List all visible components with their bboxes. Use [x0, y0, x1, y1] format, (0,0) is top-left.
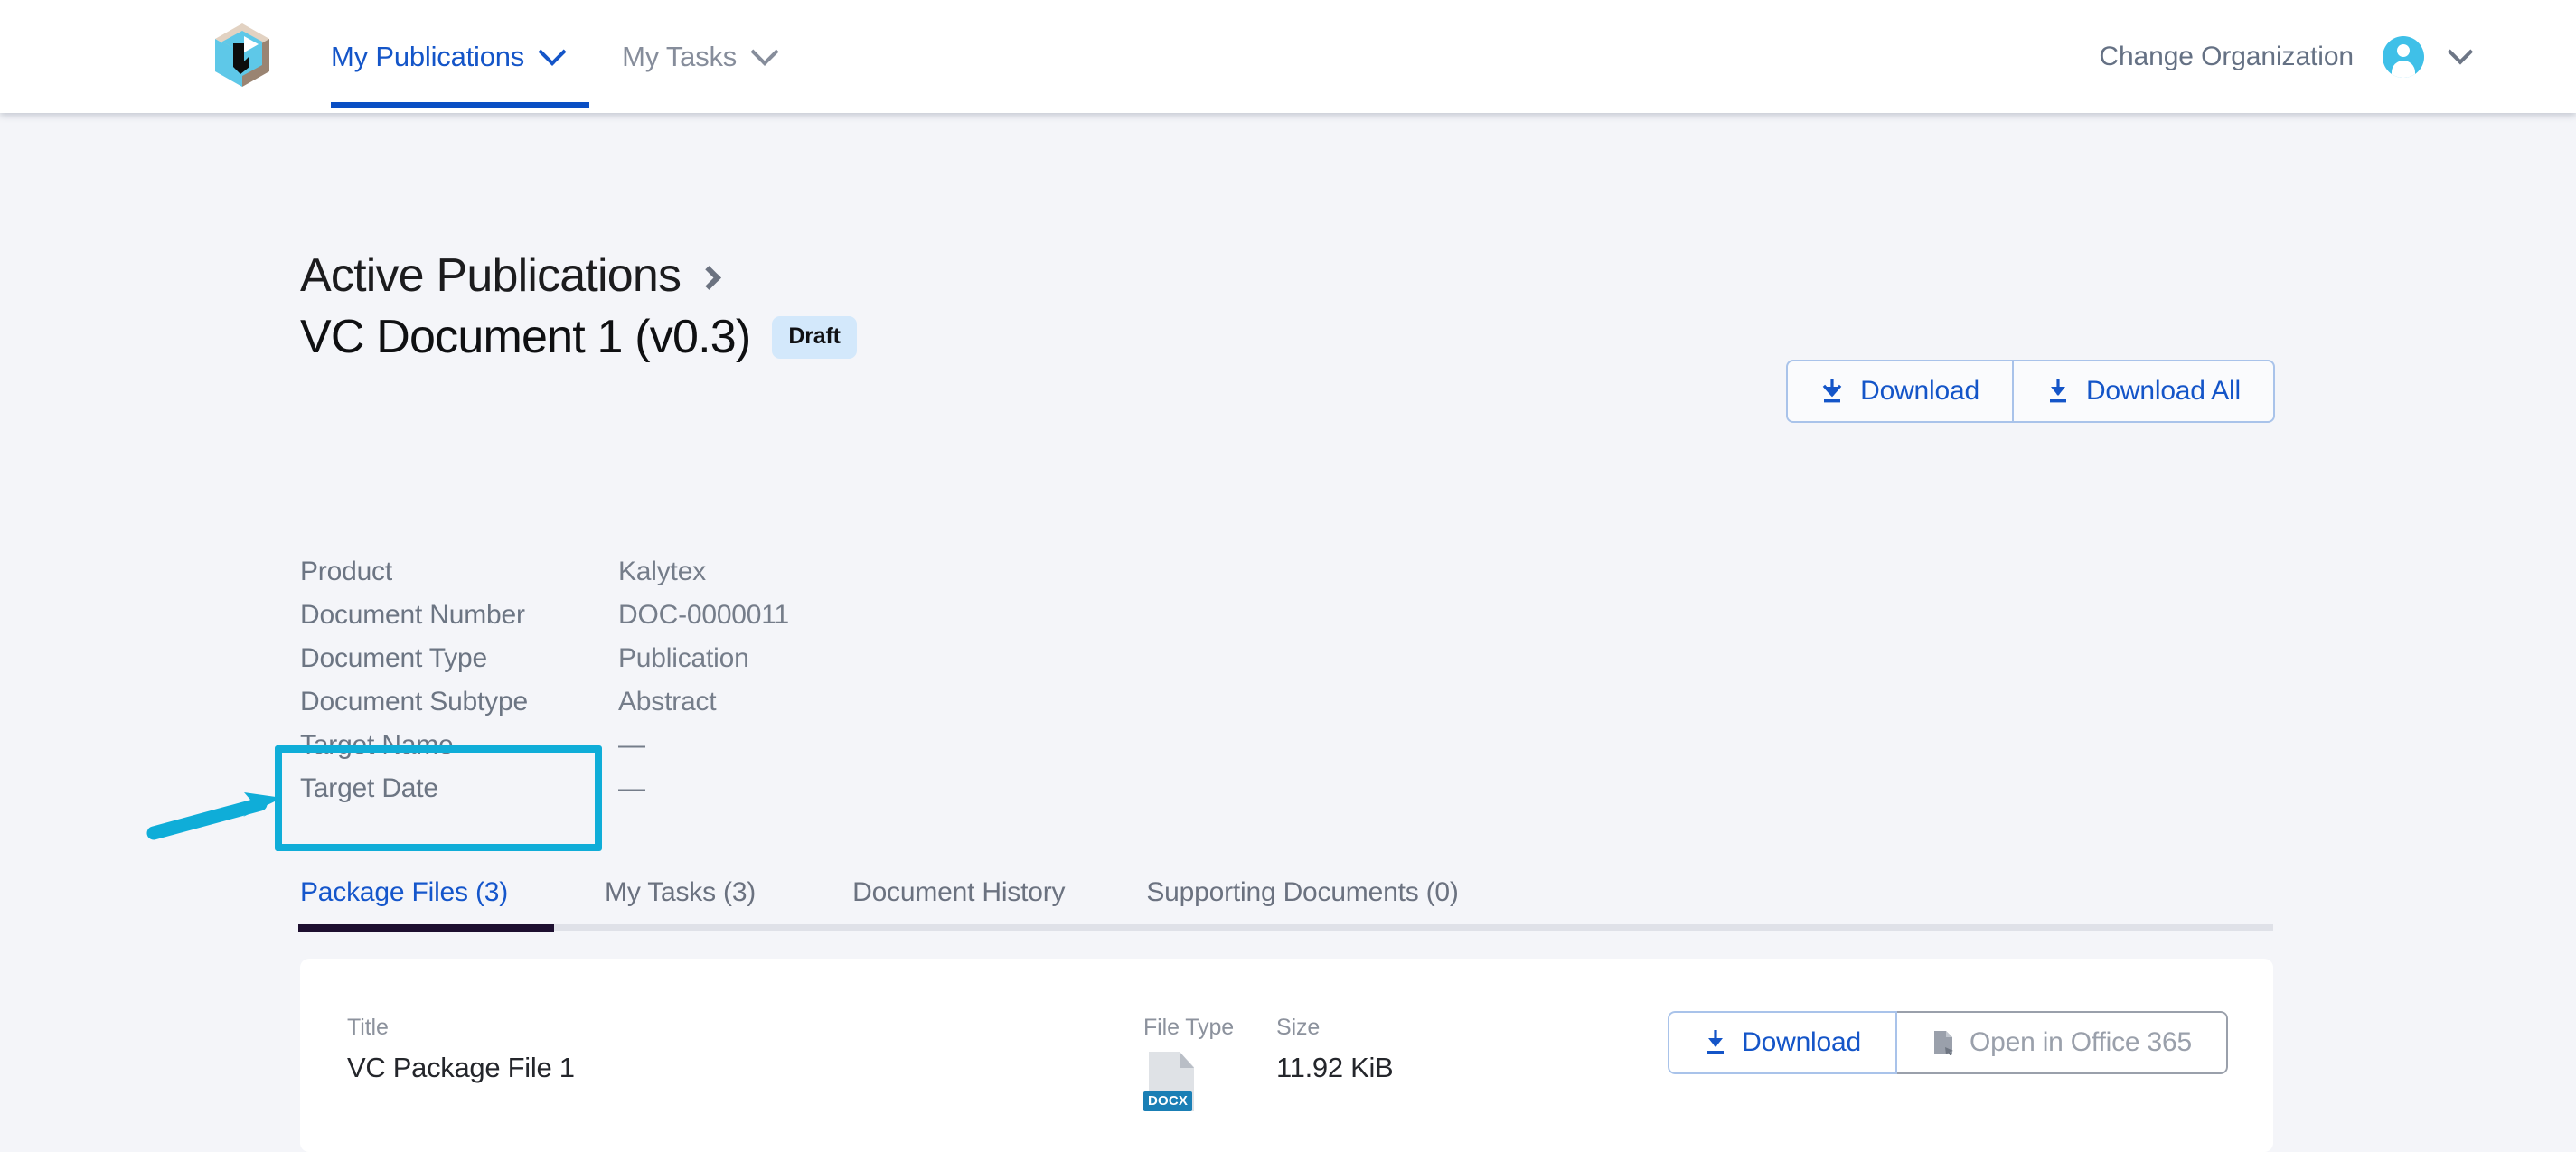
file-title-column: Title VC Package File 1 [347, 1015, 575, 1084]
chevron-down-icon [750, 37, 779, 66]
chevron-down-icon[interactable] [2447, 38, 2474, 64]
docx-file-icon: DOCX [1143, 1052, 1194, 1113]
primary-nav: My Publications My Tasks [331, 0, 802, 113]
metadata-label: Document Subtype [300, 687, 528, 716]
metadata-label: Document Type [300, 643, 487, 673]
company-cube-logo[interactable] [213, 22, 271, 90]
package-files-card: Title VC Package File 1 File Type DOCX S… [300, 959, 2273, 1152]
avatar[interactable] [2383, 35, 2424, 78]
metadata-label: Target Date [300, 773, 438, 803]
column-header-size: Size [1276, 1015, 1321, 1040]
breadcrumb-item-active-publications[interactable]: Active Publications [300, 248, 682, 303]
file-type-tag: DOCX [1143, 1091, 1193, 1111]
tab-my-tasks[interactable]: My Tasks (3) [605, 877, 756, 932]
nav-item-my-publications[interactable]: My Publications [331, 0, 589, 113]
file-size-column: Size 11.92 KiB [1276, 1015, 1394, 1084]
row-download-button[interactable]: Download [1668, 1011, 1897, 1074]
nav-item-my-tasks[interactable]: My Tasks [622, 0, 802, 113]
download-all-button-label: Download All [2085, 376, 2241, 406]
nav-item-my-publications-label: My Publications [331, 40, 525, 72]
download-icon [2049, 379, 2066, 403]
tab-bar: Package Files (3) My Tasks (3) Document … [297, 877, 2273, 932]
open-in-office-365-label: Open in Office 365 [1969, 1027, 2192, 1057]
metadata-row-product: Product Kalytex [300, 550, 789, 594]
metadata-value: Kalytex [618, 557, 706, 586]
change-organization-button[interactable]: Change Organization [2099, 42, 2354, 72]
tab-supporting-documents[interactable]: Supporting Documents (0) [1146, 877, 1459, 932]
page-title-row: VC Document 1 (v0.3) Draft [300, 310, 857, 364]
download-icon [1707, 1030, 1725, 1054]
column-header-file-type: File Type [1143, 1015, 1235, 1040]
download-icon [1822, 379, 1842, 403]
page-body: Active Publications VC Document 1 (v0.3)… [0, 113, 2576, 1152]
open-external-document-icon [1933, 1031, 1953, 1055]
download-button-group: Download Download All [1786, 360, 2275, 423]
metadata-row-target-name: Target Name — [300, 724, 789, 767]
header-right-group: Change Organization [2099, 0, 2474, 113]
document-metadata: Product Kalytex Document Number DOC-0000… [300, 550, 789, 810]
row-action-group: Download Open in Office 365 [1668, 1011, 2228, 1074]
open-in-office-365-button: Open in Office 365 [1896, 1011, 2228, 1074]
metadata-label: Product [300, 557, 392, 586]
download-button[interactable]: Download [1788, 361, 2012, 421]
metadata-row-document-number: Document Number DOC-0000011 [300, 594, 789, 637]
tab-document-history[interactable]: Document History [852, 877, 1065, 932]
tab-package-files[interactable]: Package Files (3) [297, 877, 555, 932]
download-button-label: Download [1860, 376, 1979, 406]
metadata-row-target-date: Target Date — [300, 767, 789, 810]
metadata-label: Target Name [300, 730, 454, 760]
nav-item-my-tasks-label: My Tasks [622, 40, 738, 72]
metadata-row-document-type: Document Type Publication [300, 637, 789, 680]
metadata-label: Document Number [300, 600, 525, 630]
file-size-value: 11.92 KiB [1276, 1052, 1394, 1083]
chevron-right-icon [697, 265, 722, 290]
metadata-value: Abstract [618, 687, 717, 716]
metadata-row-document-subtype: Document Subtype Abstract [300, 680, 789, 724]
metadata-value: Publication [618, 643, 749, 673]
page-title: VC Document 1 (v0.3) [300, 311, 751, 363]
chevron-down-icon [538, 37, 567, 66]
download-all-button[interactable]: Download All [2011, 361, 2273, 421]
metadata-value: — [618, 773, 645, 803]
breadcrumb: Active Publications [300, 248, 722, 303]
column-header-title: Title [347, 1015, 389, 1040]
metadata-value: — [618, 730, 645, 760]
metadata-value: DOC-0000011 [618, 600, 790, 630]
file-title-value: VC Package File 1 [347, 1052, 575, 1083]
app-header: My Publications My Tasks Change Organiza… [0, 0, 2576, 113]
nav-active-underline [331, 102, 589, 108]
file-type-column: File Type DOCX [1143, 1015, 1234, 1113]
status-badge: Draft [772, 315, 857, 359]
row-download-label: Download [1742, 1027, 1861, 1057]
